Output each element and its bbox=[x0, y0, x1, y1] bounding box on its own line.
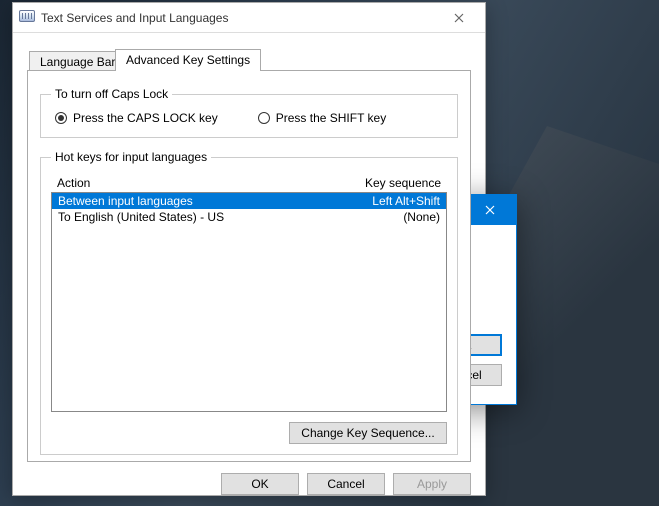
col-sequence: Key sequence bbox=[331, 176, 441, 190]
close-button[interactable] bbox=[468, 195, 512, 225]
tab-pane: To turn off Caps Lock Press the CAPS LOC… bbox=[27, 70, 471, 462]
close-button[interactable] bbox=[439, 4, 479, 32]
radio-shift-key[interactable]: Press the SHIFT key bbox=[258, 111, 386, 125]
titlebar[interactable]: Text Services and Input Languages bbox=[13, 3, 485, 33]
cancel-button[interactable]: Cancel bbox=[307, 473, 385, 495]
list-item[interactable]: To English (United States) - US (None) bbox=[52, 209, 446, 225]
keyboard-icon bbox=[19, 10, 35, 26]
caps-lock-legend: To turn off Caps Lock bbox=[51, 87, 172, 101]
ok-button[interactable]: OK bbox=[221, 473, 299, 495]
tab-advanced-key-settings[interactable]: Advanced Key Settings bbox=[115, 49, 261, 71]
text-services-dialog: Text Services and Input Languages Langua… bbox=[12, 2, 486, 496]
col-action: Action bbox=[57, 176, 331, 190]
radio-icon bbox=[258, 112, 270, 124]
dialog-buttons: OK Cancel Apply bbox=[13, 463, 485, 505]
apply-button[interactable]: Apply bbox=[393, 473, 471, 495]
radio-caps-lock-key[interactable]: Press the CAPS LOCK key bbox=[55, 111, 218, 125]
tab-language-bar[interactable]: Language Bar bbox=[29, 51, 126, 71]
list-item[interactable]: Between input languages Left Alt+Shift bbox=[52, 193, 446, 209]
hotkeys-list[interactable]: Between input languages Left Alt+Shift T… bbox=[51, 192, 447, 412]
change-key-sequence-button[interactable]: Change Key Sequence... bbox=[289, 422, 447, 444]
hotkeys-legend: Hot keys for input languages bbox=[51, 150, 211, 164]
caps-lock-group: To turn off Caps Lock Press the CAPS LOC… bbox=[40, 87, 458, 138]
hotkeys-group: Hot keys for input languages Action Key … bbox=[40, 150, 458, 455]
hotkeys-header: Action Key sequence bbox=[51, 174, 447, 192]
dialog-title: Text Services and Input Languages bbox=[41, 11, 439, 25]
tab-strip: Language Bar Advanced Key Settings bbox=[27, 49, 471, 71]
radio-icon bbox=[55, 112, 67, 124]
